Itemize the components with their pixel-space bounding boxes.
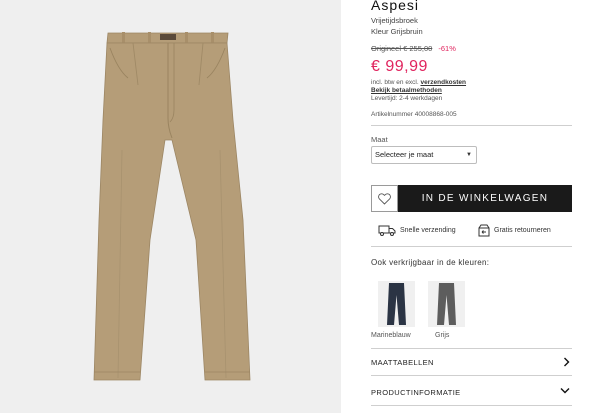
divider [371, 125, 572, 126]
usp-returns-label: Gratis retourneren [494, 227, 551, 234]
article-number: Artikelnummer 40008868-005 [371, 111, 457, 118]
chevron-right-icon [564, 357, 570, 367]
colors-heading: Ook verkrijgbaar in de kleuren: [371, 258, 490, 267]
original-price: Origineel € 255,00 [371, 44, 433, 53]
wishlist-button[interactable] [371, 185, 398, 212]
caret-down-icon: ▼ [466, 152, 472, 158]
trousers-image [93, 32, 251, 381]
payment-methods-link[interactable]: Bekijk betaalmethoden [371, 87, 442, 94]
original-price-row: Origineel € 255,00 -61% [371, 44, 456, 53]
grey-trousers-thumbnail [437, 283, 456, 325]
color-swatch-navy[interactable] [378, 281, 415, 327]
usp-shipping-label: Snelle verzending [400, 226, 456, 234]
shipping-cost-link[interactable]: verzendkosten [421, 79, 467, 86]
payment-methods-row: Bekijk betaalmethoden [371, 87, 442, 94]
product-image[interactable] [0, 0, 341, 413]
product-type: Vrijetijdsbroek [371, 16, 418, 25]
size-select-value: Selecteer je maat [375, 150, 434, 159]
size-select[interactable]: Selecteer je maat ▼ [371, 146, 477, 164]
sale-price: € 99,99 [371, 58, 428, 75]
add-to-cart-button[interactable]: IN DE WINKELWAGEN [398, 185, 572, 212]
color-name-navy[interactable]: Marineblauw [371, 332, 411, 339]
color-swatch-grey[interactable] [428, 281, 465, 327]
divider [371, 246, 572, 247]
size-tables-toggle[interactable]: MAATTABELLEN [371, 357, 572, 367]
tax-note: incl. btw en excl. verzendkosten [371, 79, 466, 86]
return-box-icon [478, 224, 490, 237]
brand-name: Aspesi [371, 0, 420, 13]
divider [371, 405, 572, 406]
product-info-label: PRODUCTINFORMATIE [371, 388, 461, 397]
size-label: Maat [371, 135, 388, 144]
navy-trousers-thumbnail [387, 283, 406, 325]
usp-fast-shipping: Snelle verzending [378, 224, 456, 236]
product-color: Kleur Grijsbruin [371, 27, 423, 36]
discount-badge: -61% [438, 44, 456, 53]
truck-icon [378, 225, 396, 236]
size-tables-label: MAATTABELLEN [371, 358, 434, 367]
divider [371, 348, 572, 349]
divider [371, 375, 572, 376]
tax-prefix: incl. btw en excl. [371, 79, 419, 86]
heart-icon [378, 192, 391, 205]
usp-free-returns: Gratis retourneren [478, 224, 551, 237]
chevron-down-icon [560, 388, 570, 394]
product-info-toggle[interactable]: PRODUCTINFORMATIE [371, 388, 572, 397]
color-name-grey[interactable]: Grijs [435, 332, 449, 339]
delivery-time: Levertijd: 2-4 werkdagen [371, 95, 443, 102]
